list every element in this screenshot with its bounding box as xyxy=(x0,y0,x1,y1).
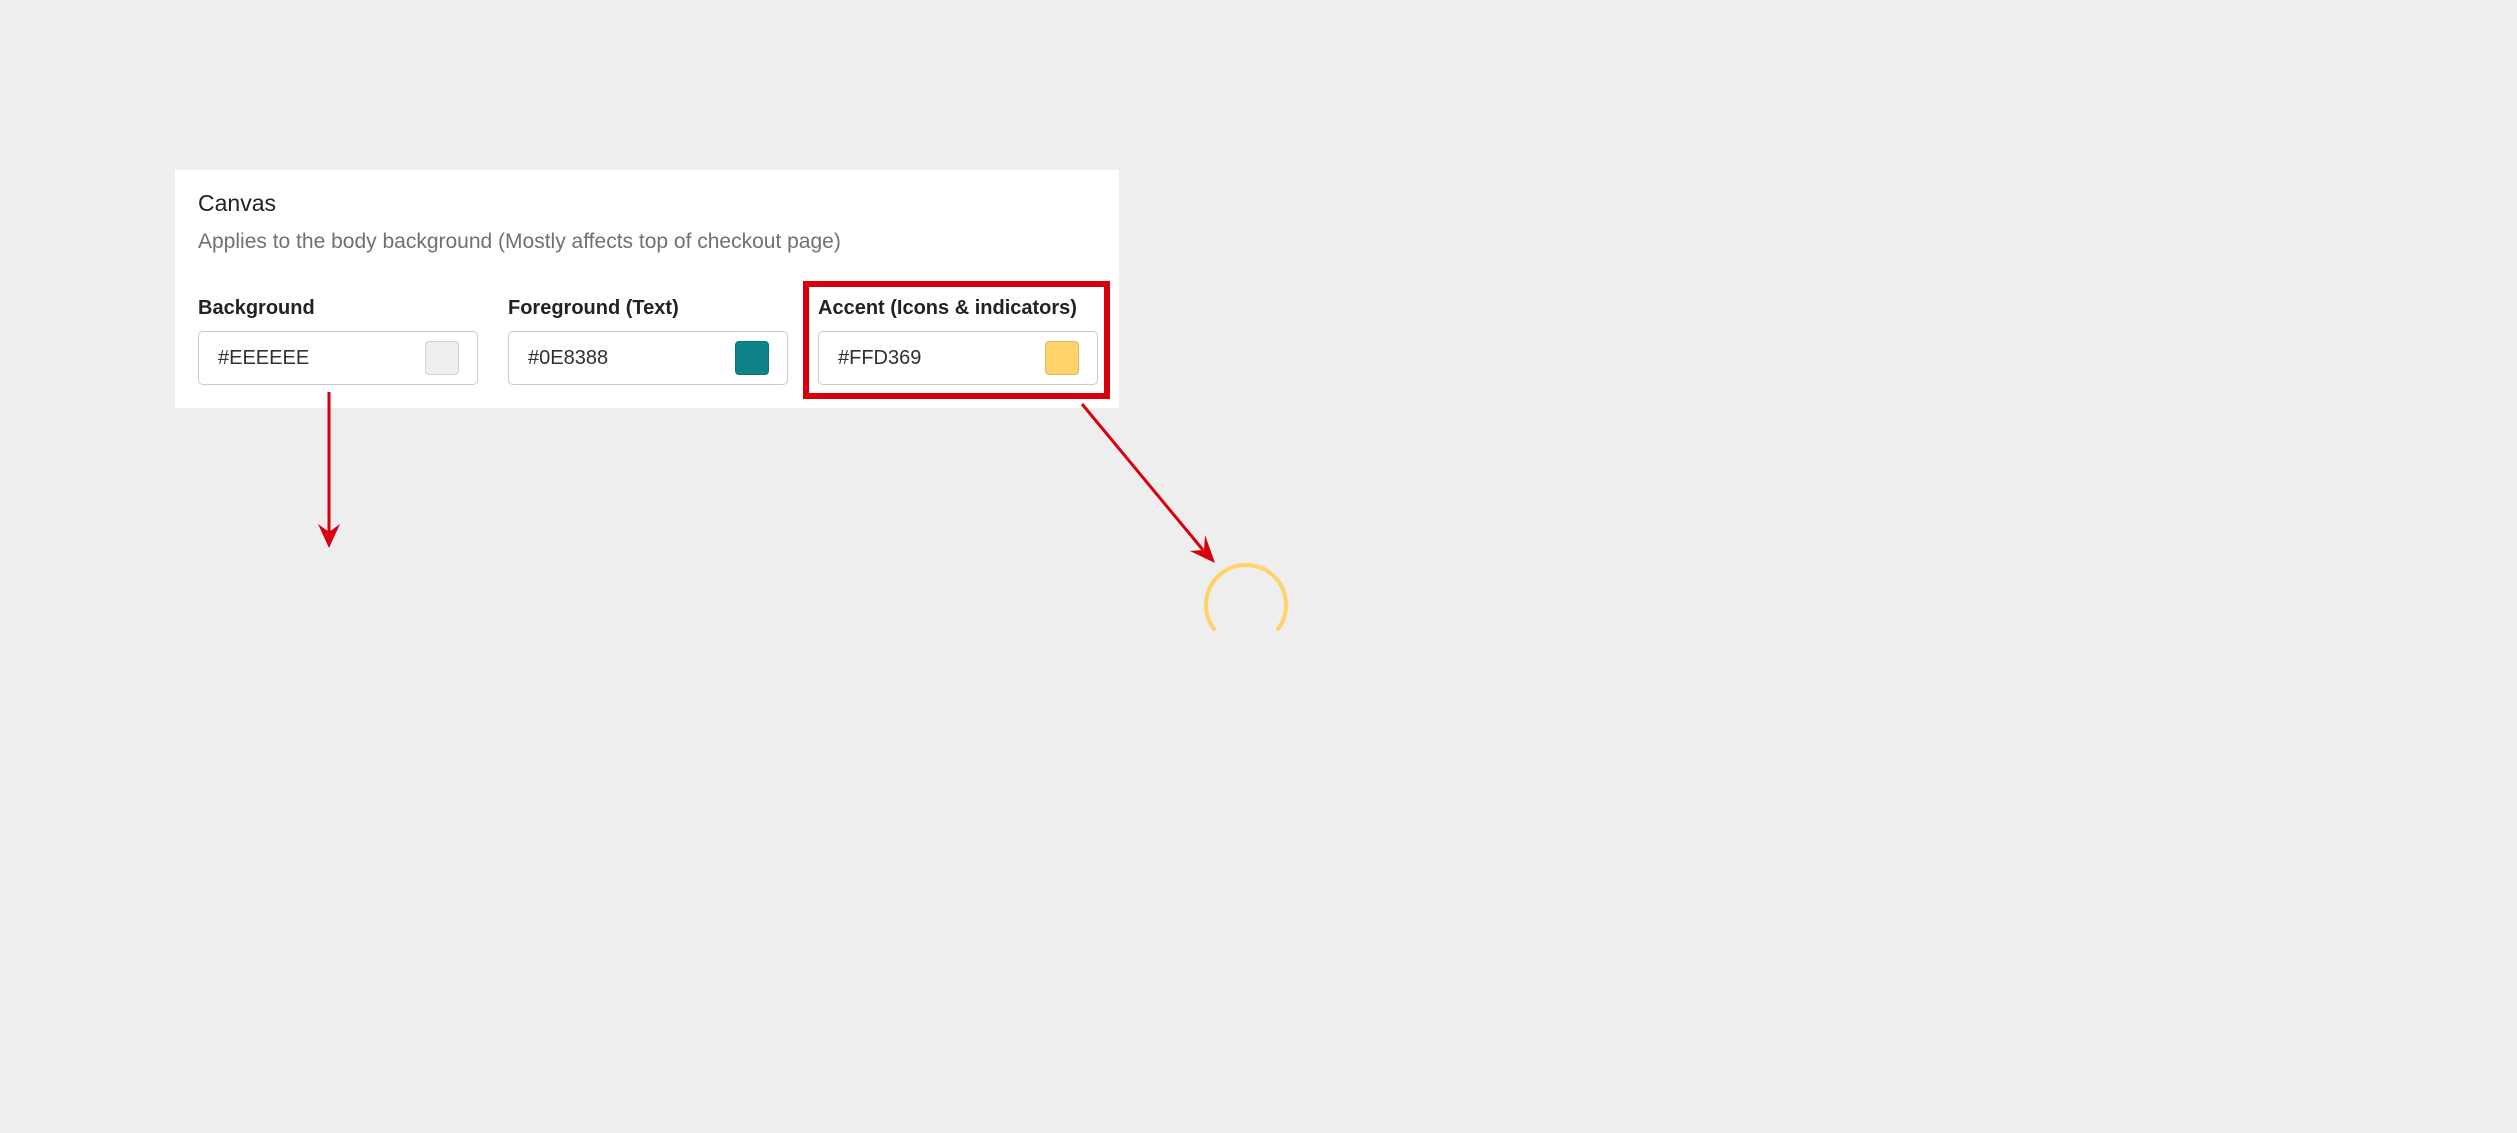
foreground-color-input[interactable]: #0E8388 xyxy=(508,331,788,385)
arrow-icon xyxy=(318,392,340,548)
background-color-value: #EEEEEE xyxy=(218,347,310,369)
spinner-icon xyxy=(1204,563,1288,631)
foreground-color-field: Foreground (Text) #0E8388 xyxy=(508,296,788,385)
section-title: Canvas xyxy=(198,190,276,216)
section-description: Applies to the body background (Mostly a… xyxy=(198,230,841,253)
background-color-label: Background xyxy=(198,297,315,319)
foreground-color-swatch[interactable] xyxy=(735,341,769,375)
accent-highlight-box xyxy=(803,281,1110,399)
background-color-input[interactable]: #EEEEEE xyxy=(198,331,478,385)
foreground-color-label: Foreground (Text) xyxy=(508,297,679,319)
arrow-icon xyxy=(1080,403,1215,563)
foreground-color-value: #0E8388 xyxy=(528,347,609,369)
background-color-field: Background #EEEEEE xyxy=(198,296,478,385)
background-color-swatch[interactable] xyxy=(425,341,459,375)
